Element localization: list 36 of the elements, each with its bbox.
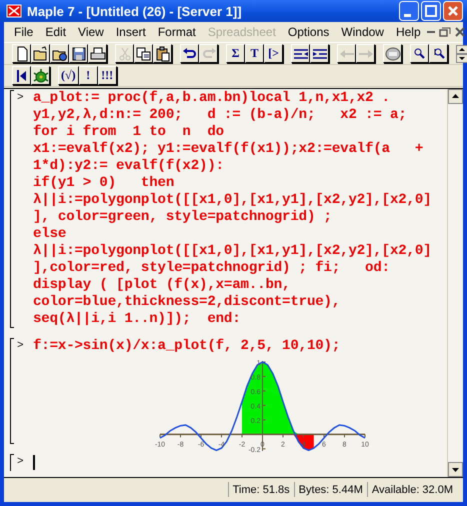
menu-item[interactable]: Edit: [39, 23, 72, 41]
code-line: 1*d):y2:= evalf(f(x2)):: [33, 158, 225, 175]
available-memory-readout: Available: 32.0M: [366, 482, 457, 496]
menu-item[interactable]: Insert: [110, 23, 152, 41]
code-line: λ||i:=polygonplot([[x1,0],[x1,y1],[x2,y2],[x2,0]: [33, 243, 432, 260]
toolbar-button[interactable]: Σ: [226, 44, 245, 63]
toolbar-button[interactable]: T: [245, 44, 264, 63]
menu-item[interactable]: File: [8, 23, 40, 41]
code-line: ], color=green, style=patchnogrid) ;: [33, 209, 333, 226]
code-line: y1,y2,λ,d:n:= 200; d := (b-a)/n; x2 := a;: [33, 107, 408, 124]
code-line: display ( [plot (f(x),x=am..bn,: [33, 277, 292, 294]
toolbar-button[interactable]: !!!: [98, 66, 117, 85]
code-line: seq(λ||i,i 1..n)]); end:: [33, 311, 242, 328]
menu-item[interactable]: Format: [152, 23, 202, 41]
code-line: else: [33, 226, 68, 243]
code-line: ],color=red, style=patchnogrid) ; fi; od:: [33, 260, 391, 277]
code-line: x1:=evalf(x2); y1:=evalf(f(x1));x2:=evalf(a +: [33, 141, 424, 158]
window-title: Maple 7 - [Untitled (26) - [Server 1]]: [27, 4, 243, 18]
menu-item[interactable]: View: [72, 23, 110, 41]
toolbar-button[interactable]: [>: [264, 44, 283, 63]
prompt: >: [17, 339, 25, 354]
toolbar-button[interactable]: (√): [58, 66, 79, 85]
prompt: >: [17, 91, 25, 106]
menu-item[interactable]: Help: [390, 23, 427, 41]
code-line: a_plot:= proc(f,a,b.am.bn)local 1,n,x1,x2 .: [33, 90, 391, 107]
menu-item[interactable]: Window: [335, 23, 390, 41]
toolbar-button[interactable]: !: [78, 66, 98, 85]
memory-readout: Bytes: 5.44M: [294, 482, 367, 496]
menu-item[interactable]: Options: [282, 23, 336, 41]
code-line: if(y1 > 0) then: [33, 175, 176, 192]
code-line: f:=x->sin(x)/x:a_plot(f, 2,5, 10,10);: [33, 338, 342, 355]
code-line: λ||i:=polygonplot([[x1,0],[x1,y1],[x2,y2],[x2,0]: [33, 192, 432, 209]
code-line: color=blue,thickness=2,discont=true),: [33, 294, 342, 311]
time-readout: Time: 51.8s: [228, 482, 294, 496]
code-line: for i from 1 to n do: [33, 124, 225, 141]
prompt: >: [17, 455, 25, 470]
